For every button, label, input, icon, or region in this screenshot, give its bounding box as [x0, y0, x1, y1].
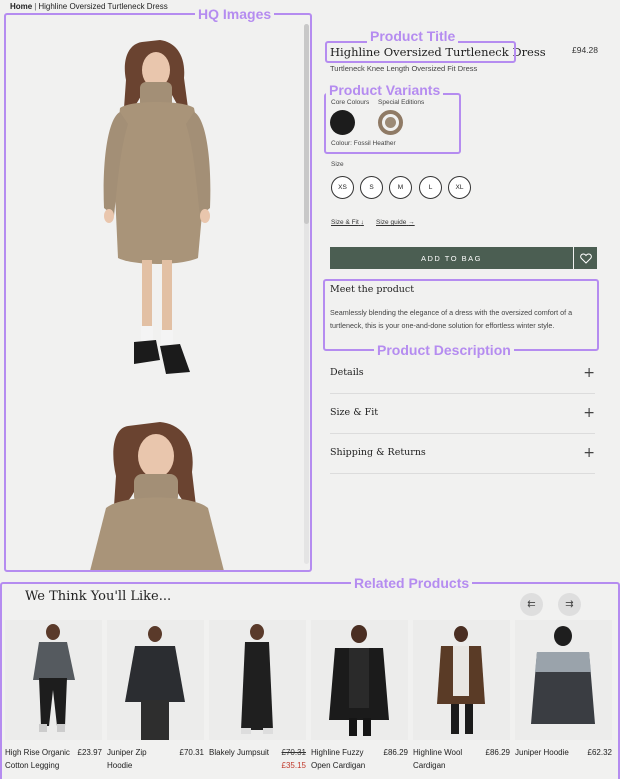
size-button-xs[interactable]: XS [331, 176, 354, 199]
annotation-product-description-label: Product Description [374, 342, 514, 358]
breadcrumb-home-link[interactable]: Home [10, 2, 32, 11]
related-product-price: £70.31 £35.15 [282, 746, 306, 772]
size-button-l[interactable]: L [419, 176, 442, 199]
annotation-product-description-box [323, 279, 599, 351]
size-label: Size [331, 161, 344, 168]
accordion-size-fit[interactable]: Size & Fit + [330, 405, 595, 423]
double-arrow-right-icon: ⇉ [565, 599, 574, 610]
accordion-details[interactable]: Details + [330, 365, 595, 383]
carousel-next-button[interactable]: ⇉ [558, 593, 581, 616]
divider [330, 473, 595, 474]
breadcrumb: Home | Highline Oversized Turtleneck Dress [10, 2, 168, 11]
divider [330, 393, 595, 394]
related-product-name[interactable]: Highline Fuzzy Open Cardigan [311, 746, 377, 772]
related-product-name[interactable]: Juniper Hoodie [515, 746, 581, 759]
arrow-down-icon: ↓ [360, 219, 364, 226]
related-product-card[interactable]: High Rise Organic Cotton Legging £23.97 [5, 620, 102, 770]
related-heading: We Think You'll Like... [25, 589, 172, 604]
related-product-price: £86.29 [383, 748, 408, 757]
size-button-xl[interactable]: XL [448, 176, 471, 199]
plus-icon: + [583, 365, 595, 381]
size-guide-link[interactable]: Size guide → [376, 219, 415, 226]
annotation-related-products-label: Related Products [351, 575, 473, 591]
breadcrumb-current: Highline Oversized Turtleneck Dress [38, 2, 168, 11]
related-product-image[interactable] [413, 620, 510, 740]
breadcrumb-separator: | [34, 2, 37, 11]
related-product-image[interactable] [107, 620, 204, 740]
divider [330, 433, 595, 434]
product-price: £94.28 [572, 45, 598, 55]
accordion-shipping-returns[interactable]: Shipping & Returns + [330, 445, 595, 463]
add-to-bag-button[interactable]: ADD TO BAG [330, 247, 573, 269]
related-product-name[interactable]: Blakely Jumpsuit [209, 746, 275, 759]
related-product-card[interactable]: Juniper Zip Hoodie £70.31 [107, 620, 204, 770]
double-arrow-left-icon: ⇇ [527, 599, 536, 610]
size-guide-link-label: Size guide [376, 219, 407, 226]
related-product-image[interactable] [515, 620, 612, 740]
related-product-card[interactable]: Highline Wool Cardigan £86.29 [413, 620, 510, 770]
related-product-sale-price: £35.15 [281, 761, 306, 770]
related-product-price: £62.32 [587, 748, 612, 757]
size-button-s[interactable]: S [360, 176, 383, 199]
annotation-hq-images-box [4, 13, 312, 572]
wishlist-button[interactable] [574, 247, 597, 269]
related-product-price: £23.97 [77, 748, 102, 757]
arrow-right-icon: → [408, 219, 415, 226]
accordion-shipping-returns-label: Shipping & Returns [330, 447, 426, 458]
plus-icon: + [583, 405, 595, 421]
size-fit-link[interactable]: Size & Fit ↓ [331, 219, 364, 226]
plus-icon: + [583, 445, 595, 461]
annotation-hq-images-label: HQ Images [195, 6, 275, 22]
related-product-image[interactable] [209, 620, 306, 740]
related-product-image[interactable] [311, 620, 408, 740]
annotation-product-title-box [325, 41, 516, 63]
related-product-card[interactable]: Highline Fuzzy Open Cardigan £86.29 [311, 620, 408, 770]
heart-icon [579, 252, 592, 264]
accordion-size-fit-label: Size & Fit [330, 407, 379, 418]
annotation-product-variants-label: Product Variants [326, 82, 444, 98]
accordion-details-label: Details [330, 367, 364, 378]
annotation-product-title-label: Product Title [367, 28, 459, 44]
product-subtitle: Turtleneck Knee Length Oversized Fit Dre… [330, 64, 478, 73]
related-product-image[interactable] [5, 620, 102, 740]
related-product-price: £86.29 [485, 748, 510, 757]
related-product-name[interactable]: High Rise Organic Cotton Legging [5, 746, 71, 772]
size-fit-link-label: Size & Fit [331, 219, 359, 226]
related-product-name[interactable]: Juniper Zip Hoodie [107, 746, 173, 772]
size-button-m[interactable]: M [389, 176, 412, 199]
related-product-original-price: £70.31 [281, 748, 306, 757]
related-product-price: £70.31 [179, 748, 204, 757]
carousel-prev-button[interactable]: ⇇ [520, 593, 543, 616]
related-product-card[interactable]: Juniper Hoodie £62.32 [515, 620, 612, 757]
related-product-name[interactable]: Highline Wool Cardigan [413, 746, 479, 772]
related-product-card[interactable]: Blakely Jumpsuit £70.31 £35.15 [209, 620, 306, 770]
annotation-product-variants-box [324, 93, 461, 154]
